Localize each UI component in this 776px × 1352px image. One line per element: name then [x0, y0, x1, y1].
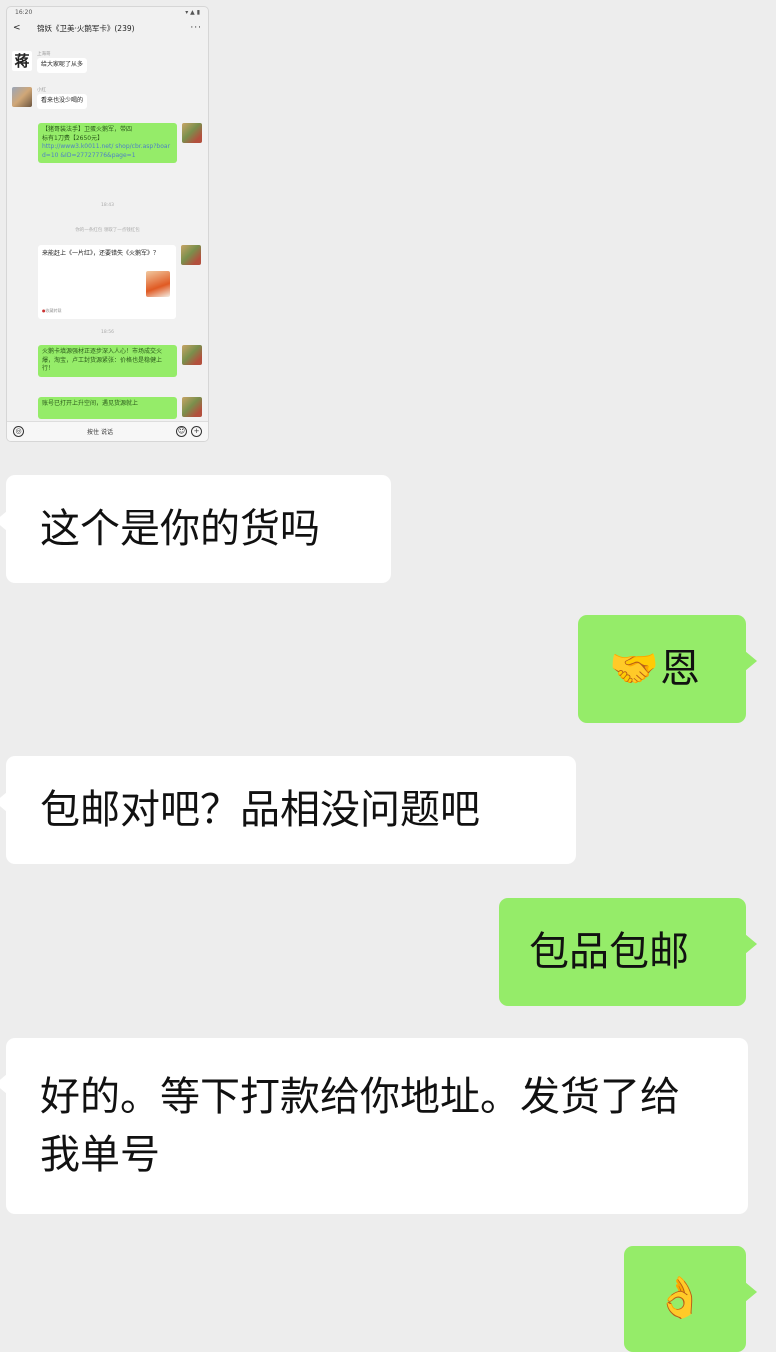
message-bubble-outgoing[interactable]: 👌 [624, 1246, 757, 1352]
more-icon[interactable]: ··· [190, 23, 202, 33]
message-text: 包邮对吧？品相没问题吧 [40, 787, 480, 833]
avatar[interactable] [12, 87, 32, 107]
voice-toggle-icon[interactable]: ◎ [13, 426, 24, 437]
handshake-emoji-icon: 🤝 [609, 646, 659, 692]
group-title: 锦妖《卫美·火鹅军卡》(239) [37, 23, 135, 33]
sender-name: 小红 [37, 88, 46, 93]
message-text: 恩 [660, 646, 700, 692]
message-bubble[interactable]: 火鹅卡填源强材正逐步深入人心！市场成交火爆，淘宝，卢工封货源紧张：价格也是稳健上… [38, 345, 177, 377]
status-icons: ▾ ▲ ▮ [185, 9, 200, 16]
message-bubble[interactable]: 看来也没少喝的 [37, 94, 88, 109]
embedded-screenshot: 16:20 ▾ ▲ ▮ < 锦妖《卫美·火鹅军卡》(239) ··· 蒋 上海哥… [6, 6, 209, 442]
message-text: 这个是你的货吗 [40, 506, 320, 552]
mini-message-list: 蒋 上海哥 给大家呢了从多 小红 看来也没少喝的 【猪哥装法手】卫蛋火鹅军，带四… [7, 37, 208, 421]
status-bar: 16:20 ▾ ▲ ▮ [7, 7, 208, 19]
mini-message: 来能赶上《一片红》，还要错失《火鹅军》？ 收藏转载 [38, 245, 201, 319]
message-bubble[interactable]: 账号已打开上升空间，遇见货源就上 [38, 397, 177, 419]
mini-message: 火鹅卡填源强材正逐步深入人心！市场成交火爆，淘宝，卢工封货源紧张：价格也是稳健上… [38, 345, 202, 377]
message-bubble-incoming[interactable]: 好的。等下打款给你地址。发货了给我单号 [0, 1038, 748, 1214]
avatar[interactable] [182, 123, 202, 143]
mini-message: 小红 看来也没少喝的 [12, 87, 88, 109]
mini-message: 账号已打开上升空间，遇见货源就上 [38, 397, 202, 419]
message-bubble-incoming[interactable]: 这个是你的货吗 [0, 475, 391, 583]
avatar[interactable] [182, 345, 202, 365]
mini-message: 【猪哥装法手】卫蛋火鹅军，带四 标有1刀费【2650元】 http://www3… [38, 123, 202, 163]
chat-header: < 锦妖《卫美·火鹅军卡》(239) ··· [7, 19, 208, 37]
message-bubble-outgoing[interactable]: 🤝恩 [578, 615, 757, 723]
status-time: 16:20 [15, 9, 33, 16]
message-bubble[interactable]: 【猪哥装法手】卫蛋火鹅军，带四 标有1刀费【2650元】 http://www3… [38, 123, 177, 163]
avatar[interactable]: 蒋 [12, 51, 32, 71]
sticker-icon[interactable]: ☺ [176, 426, 187, 437]
hold-to-talk-button[interactable]: 按住 说话 [24, 427, 176, 436]
message-text: 好的。等下打款给你地址。发货了给我单号 [40, 1074, 680, 1178]
message-text: 包品包邮 [529, 929, 689, 975]
message-link[interactable]: http://www3.k0011.net/ shop/cbr.asp?boar… [42, 143, 173, 160]
card-thumbnail [146, 271, 170, 297]
timestamp: 18:43 [101, 203, 114, 208]
sender-name: 上海哥 [37, 52, 51, 57]
system-notice: 你的一条红包 领取了一点钱红包 [75, 228, 140, 233]
message-bubble[interactable]: 给大家呢了从多 [37, 58, 88, 73]
article-card[interactable]: 来能赶上《一片红》，还要错失《火鹅军》？ 收藏转载 [38, 245, 176, 319]
card-source: 收藏转载 [42, 306, 62, 315]
avatar[interactable] [182, 397, 202, 417]
mini-message: 蒋 上海哥 给大家呢了从多 [12, 51, 88, 73]
plus-icon[interactable]: + [191, 426, 202, 437]
ok-hand-emoji-icon: 👌 [655, 1275, 705, 1321]
back-arrow-icon[interactable]: < [13, 23, 29, 33]
message-line: 标有1刀费【2650元】 [42, 134, 104, 142]
message-line: 【猪哥装法手】卫蛋火鹅军，带四 [42, 126, 133, 133]
card-text: 来能赶上《一片红》，还要错失《火鹅军》？ [42, 250, 160, 257]
message-bubble-outgoing[interactable]: 包品包邮 [499, 898, 757, 1006]
timestamp: 18:56 [101, 330, 114, 335]
input-bar: ◎ 按住 说话 ☺ + [7, 421, 208, 441]
message-bubble-incoming[interactable]: 包邮对吧？品相没问题吧 [0, 756, 576, 864]
avatar[interactable] [181, 245, 201, 265]
